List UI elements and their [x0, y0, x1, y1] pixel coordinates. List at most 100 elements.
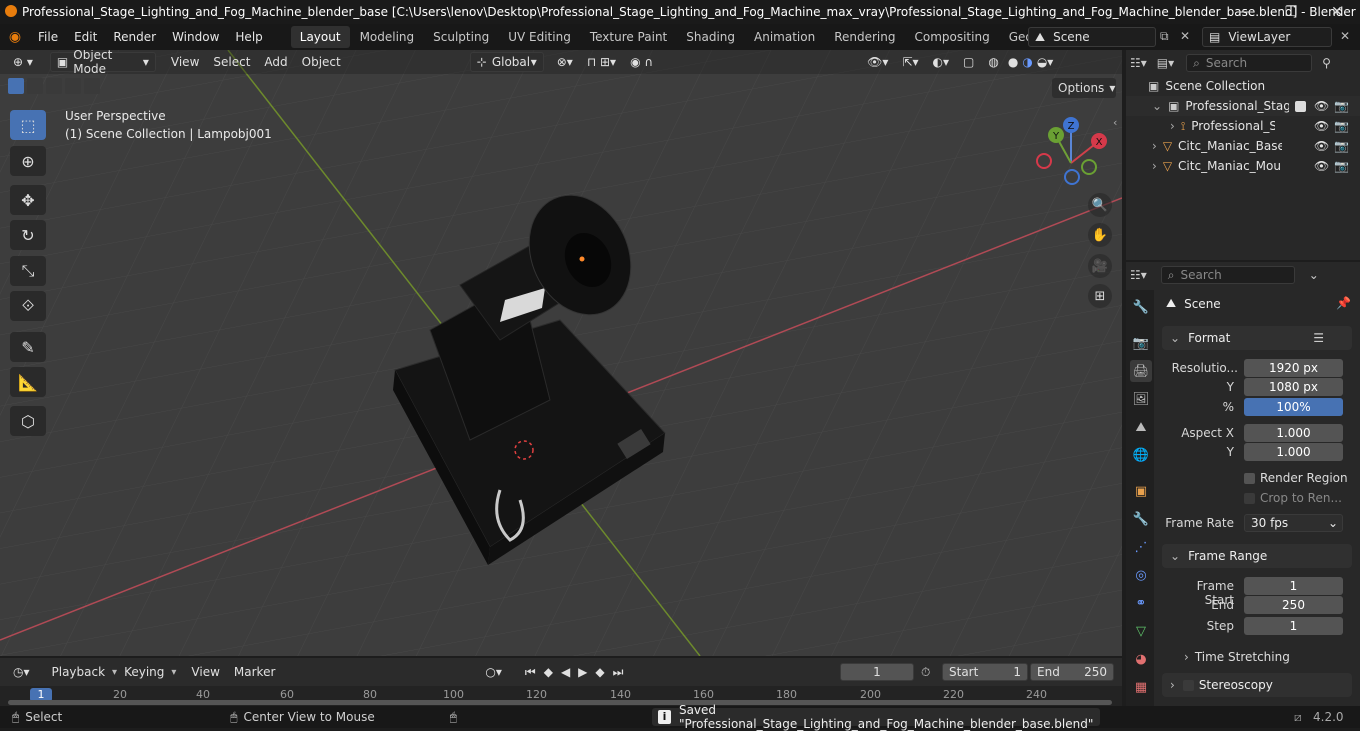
aspect-y-field[interactable]: 1.000 — [1244, 443, 1343, 461]
tab-modeling[interactable]: Modeling — [351, 26, 424, 48]
outliner-item[interactable]: ⌄ ▣ Professional_Stage 👁 📷 — [1126, 96, 1360, 116]
shading-rendered-icon[interactable]: ◒▾ — [1035, 50, 1056, 74]
visibility-icon[interactable]: 👁▾ — [860, 50, 895, 74]
select-intersect-icon[interactable] — [84, 78, 100, 94]
snap-icon[interactable]: ⊓ ⊞▾ — [580, 50, 623, 74]
menu-render[interactable]: Render — [105, 24, 164, 50]
checkbox-icon[interactable] — [1295, 100, 1307, 112]
tab-texture-paint[interactable]: Texture Paint — [581, 26, 676, 48]
record-icon[interactable]: ○▾ — [478, 660, 509, 684]
outliner-root[interactable]: ▣ Scene Collection — [1126, 76, 1360, 96]
next-keyframe-icon[interactable]: ◆ — [591, 660, 608, 684]
maximize-button[interactable]: ❐ — [1268, 0, 1314, 24]
blender-menu-icon[interactable]: ◉ — [0, 29, 30, 45]
jump-start-icon[interactable]: ⏮ — [521, 660, 540, 684]
camera-view-button[interactable]: 🎥 — [1088, 254, 1112, 278]
output-tab-icon[interactable]: 🖨 — [1130, 360, 1152, 382]
frame-end-field[interactable]: 250 — [1244, 596, 1343, 614]
format-panel-header[interactable]: ⌄ Format ☰ — [1162, 326, 1352, 350]
menu-add[interactable]: Add — [257, 50, 294, 74]
new-scene-icon[interactable]: ⧉ — [1160, 29, 1169, 44]
xray-icon[interactable]: ▢ — [956, 50, 981, 74]
scene-tab-icon[interactable]: ⛰ — [1130, 416, 1152, 438]
display-mode-icon[interactable]: ▤▾ — [1157, 56, 1174, 70]
menu-object[interactable]: Object — [295, 50, 348, 74]
shading-solid-icon[interactable]: ● — [1006, 50, 1020, 74]
options-dropdown[interactable]: Options ▾ — [1052, 78, 1116, 98]
delete-view-layer-icon[interactable]: ✕ — [1340, 29, 1350, 43]
close-window-button[interactable]: ✕ — [1314, 0, 1360, 24]
material-tab-icon[interactable]: ◕ — [1130, 648, 1152, 670]
chevron-down-icon[interactable]: ⌄ — [1309, 268, 1319, 282]
rotate-tool[interactable]: ↻ — [10, 220, 46, 250]
frame-step-field[interactable]: 1 — [1244, 617, 1343, 635]
tab-sculpting[interactable]: Sculpting — [424, 26, 498, 48]
add-cube-tool[interactable]: ⬡ — [10, 406, 46, 436]
resolution-x-field[interactable]: 1920 px — [1244, 359, 1343, 377]
pin-icon[interactable]: 📌 — [1336, 296, 1351, 310]
proportional-edit-icon[interactable]: ◉ ∩ — [623, 50, 660, 74]
tab-uv-editing[interactable]: UV Editing — [499, 26, 580, 48]
resolution-y-field[interactable]: 1080 px — [1244, 378, 1343, 396]
zoom-button[interactable]: 🔍 — [1088, 193, 1112, 217]
camera-icon[interactable]: 📷 — [1334, 159, 1349, 173]
stereoscopy-panel-header[interactable]: › Stereoscopy — [1162, 673, 1352, 697]
particles-tab-icon[interactable]: ⋰ — [1130, 536, 1152, 558]
aspect-x-field[interactable]: 1.000 — [1244, 424, 1343, 442]
pan-button[interactable]: ✋ — [1088, 223, 1112, 247]
scene-selector[interactable]: ⛰ Scene — [1028, 27, 1156, 47]
annotate-tool[interactable]: ✎ — [10, 332, 46, 362]
tab-rendering[interactable]: Rendering — [825, 26, 904, 48]
shading-wireframe-icon[interactable]: ◍ — [981, 50, 1005, 74]
world-tab-icon[interactable]: 🌐 — [1130, 444, 1152, 466]
end-frame-field[interactable]: End 250 — [1030, 663, 1114, 681]
sidebar-toggle-icon[interactable]: ‹ — [1113, 116, 1117, 129]
measure-tool[interactable]: 📐 — [10, 367, 46, 397]
tab-layout[interactable]: Layout — [290, 26, 350, 48]
menu-marker[interactable]: Marker — [227, 660, 282, 684]
outliner-search[interactable]: ⌕ Search — [1186, 54, 1313, 72]
checkbox-icon[interactable] — [1182, 679, 1194, 691]
tab-shading[interactable]: Shading — [677, 26, 744, 48]
shading-material-icon[interactable]: ◑ — [1020, 50, 1034, 74]
eye-icon[interactable]: 👁 — [1314, 99, 1329, 113]
filter-icon[interactable]: ⚲ — [1322, 56, 1331, 70]
physics-tab-icon[interactable]: ◎ — [1130, 564, 1152, 586]
pivot-point-icon[interactable]: ⊗▾ — [550, 50, 580, 74]
jump-end-icon[interactable]: ⏭ — [609, 660, 628, 684]
menu-view[interactable]: View — [164, 50, 206, 74]
clock-icon[interactable]: ⏱ — [921, 665, 930, 680]
start-frame-field[interactable]: Start 1 — [942, 663, 1028, 681]
texture-tab-icon[interactable]: ▦ — [1130, 676, 1152, 698]
prev-keyframe-icon[interactable]: ◆ — [540, 660, 557, 684]
current-frame-field[interactable]: 1 — [840, 663, 914, 681]
outliner-item[interactable]: › ⟟ Professional_Sl 👁 📷 — [1126, 116, 1360, 136]
transform-orientation-dropdown[interactable]: ⊹ Global ▾ — [469, 52, 544, 72]
frame-rate-dropdown[interactable]: 30 fps ⌄ — [1244, 514, 1343, 532]
menu-timeline-view[interactable]: View — [184, 660, 226, 684]
object-tab-icon[interactable]: ▣ — [1130, 480, 1152, 502]
render-tab-icon[interactable]: 📷 — [1130, 332, 1152, 354]
frame-range-panel-header[interactable]: ⌄ Frame Range — [1162, 544, 1352, 568]
presets-icon[interactable]: ☰ — [1313, 331, 1324, 345]
eye-icon[interactable]: 👁 — [1314, 119, 1329, 133]
select-subtract-icon[interactable] — [46, 78, 62, 94]
outliner-item[interactable]: › ▽ Citc_Maniac_Baseo 👁 📷 — [1126, 136, 1360, 156]
camera-icon[interactable]: 📷 — [1334, 119, 1349, 133]
properties-editor-icon[interactable]: ☷▾ — [1130, 268, 1147, 282]
play-icon[interactable]: ▶ — [574, 660, 591, 684]
3d-viewport[interactable]: Z X Y ⊕ ▾ ▣ Object Mode ▾ View Select Ad… — [0, 50, 1122, 656]
cursor-tool[interactable]: ⊕ — [10, 146, 46, 176]
scale-tool[interactable]: ⤡ — [10, 256, 46, 286]
delete-scene-icon[interactable]: ✕ — [1180, 29, 1190, 43]
frame-start-field[interactable]: 1 — [1244, 577, 1343, 595]
menu-help[interactable]: Help — [227, 24, 270, 50]
select-extend-icon[interactable] — [27, 78, 43, 94]
properties-search[interactable]: ⌕ Search — [1160, 266, 1295, 284]
menu-keying[interactable]: Keying — [117, 660, 171, 684]
crop-checkbox[interactable]: Crop to Ren... — [1244, 491, 1342, 505]
constraints-tab-icon[interactable]: ⚭ — [1130, 592, 1152, 614]
menu-playback[interactable]: Playback — [45, 660, 113, 684]
outliner-editor-icon[interactable]: ☷▾ — [1130, 56, 1147, 70]
timeline-editor-icon[interactable]: ◷▾ — [6, 660, 37, 684]
